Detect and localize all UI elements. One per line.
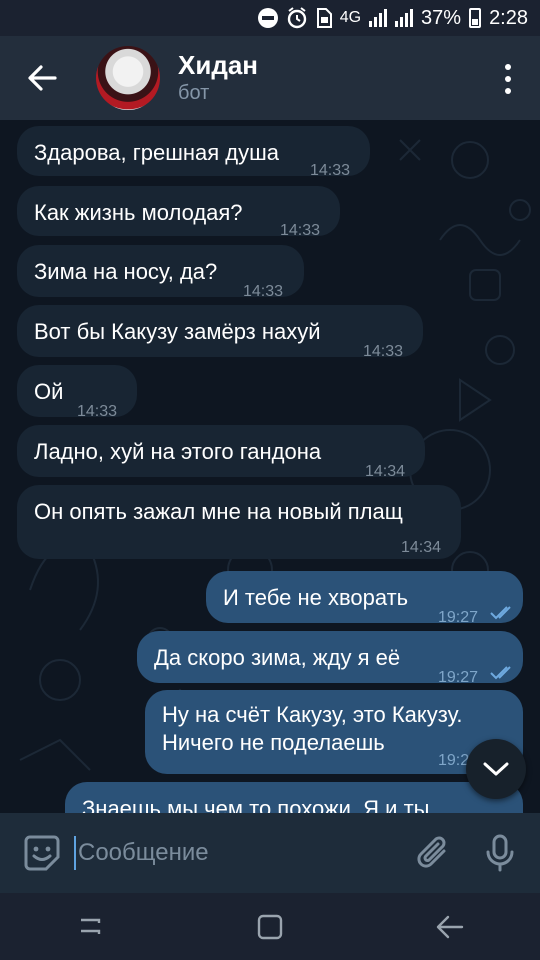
home-square-icon [257,914,283,939]
signal-strength-2-icon [395,9,414,27]
message-text: Он опять зажал мне на новый плащ [34,499,403,524]
message-bubble-incoming[interactable]: Он опять зажал мне на новый плащ 14:34 [17,485,461,559]
message-text: Здарова, грешная душа [34,140,280,165]
message-bubble-outgoing[interactable]: Знаешь мы чем то похожи. Я и ты [65,782,523,813]
message-time: 14:34 [365,463,406,480]
chat-title-block[interactable]: Хидан бот [178,50,258,106]
do-not-disturb-icon [257,8,278,28]
message-list[interactable]: Здарова, грешная душа 14:33 Как жизнь мо… [0,120,540,813]
read-checkmarks-icon [490,666,511,680]
message-bubble-incoming[interactable]: Ой 14:33 [17,365,137,420]
read-checkmarks-icon [490,606,511,620]
recent-apps-icon [81,918,101,934]
microphone-icon [486,834,514,872]
message-time: 14:33 [243,283,284,300]
message-text: Вот бы Какузу замёрз нахуй [34,319,321,344]
message-composer: Сообщение [0,813,540,893]
home-button[interactable] [250,907,290,947]
message-bubble-outgoing[interactable]: Да скоро зима, жду я её 19:27 [137,631,523,686]
attach-button[interactable] [414,833,454,873]
microphone-button[interactable] [480,833,520,873]
back-arrow-icon [436,915,464,938]
network-type-label: 4G [339,9,362,26]
message-bubble-outgoing[interactable]: И тебе не хворать 19:27 [206,571,523,626]
message-text-line-1: Ну на счёт Какузу, это Какузу. [162,702,463,727]
message-text: Знаешь мы чем то похожи. Я и ты [82,796,430,813]
paperclip-icon [417,836,446,868]
chat-header: Хидан бот [0,36,540,120]
scroll-to-bottom-button[interactable] [466,739,526,799]
message-bubble-incoming[interactable]: Вот бы Какузу замёрз нахуй 14:33 [17,305,423,360]
avatar[interactable] [96,46,160,110]
message-text: Ладно, хуй на этого гандона [34,439,322,464]
system-navigation-bar [0,893,540,960]
recent-apps-button[interactable] [70,907,110,947]
back-nav-button[interactable] [430,907,470,947]
battery-percent: 37% [421,6,462,29]
message-bubble-incoming[interactable]: Ладно, хуй на этого гандона 14:34 [17,425,425,480]
signal-strength-icon [369,9,388,27]
message-time: 14:33 [77,403,118,420]
chat-subtitle: бот [178,82,210,104]
text-cursor [74,836,76,870]
message-text: И тебе не хворать [223,585,409,610]
telegram-chat-screen: 4G 37% 2:28 Хидан бот Здарова, грешная д… [0,0,540,960]
alarm-icon [286,7,308,29]
message-input[interactable]: Сообщение [78,836,414,870]
chevron-down-icon [483,762,509,776]
message-text: Да скоро зима, жду я её [154,645,401,670]
message-text: Зима на носу, да? [34,259,218,284]
message-time: 19:27 [438,609,479,626]
message-text-line-2: Ничего не поделаешь [162,730,385,755]
sim-card-icon [316,8,332,28]
arrow-left-icon [28,65,57,91]
message-time: 14:33 [363,343,404,360]
more-menu-button[interactable] [498,64,518,94]
message-bubble-incoming[interactable]: Как жизнь молодая? 14:33 [17,186,340,239]
clock: 2:28 [489,6,528,29]
battery-icon [469,8,482,28]
message-bubble-incoming[interactable]: Зима на носу, да? 14:33 [17,245,304,300]
message-time: 14:33 [310,162,351,179]
chat-title: Хидан [178,50,258,80]
sticker-smile-icon [24,835,60,871]
emoji-sticker-button[interactable] [22,833,62,873]
message-text: Как жизнь молодая? [34,200,243,225]
message-time: 14:34 [401,539,442,556]
more-vertical-icon [505,64,511,70]
message-time: 19:27 [438,669,479,686]
message-bubble-incoming[interactable]: Здарова, грешная душа 14:33 [17,126,370,179]
message-time: 14:33 [280,222,321,239]
message-time: 19:2 [438,752,470,769]
back-button[interactable] [0,36,84,120]
message-text: Ой [34,379,64,404]
status-bar: 4G 37% 2:28 [0,0,540,36]
